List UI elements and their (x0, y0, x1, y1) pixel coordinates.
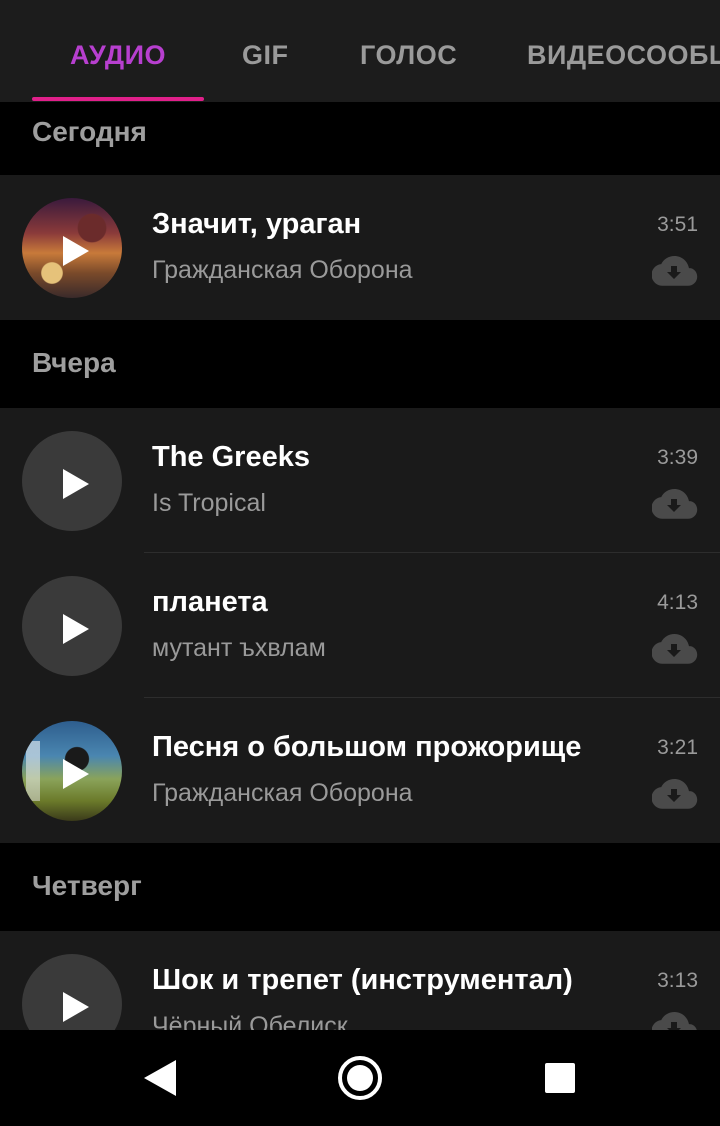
track-artist: Чёрный Обелиск (152, 1012, 348, 1030)
play-icon[interactable] (63, 236, 89, 266)
back-triangle-icon[interactable] (144, 1060, 176, 1096)
track-duration: 3:13 (657, 969, 698, 992)
album-cover[interactable] (22, 198, 122, 298)
play-icon[interactable] (63, 469, 89, 499)
tab-video-messages[interactable]: ВИДЕОСООБЩ (527, 40, 720, 71)
track-row[interactable]: Значит, ураган Гражданская Оборона 3:51 (0, 175, 720, 320)
track-duration: 3:21 (657, 736, 698, 759)
track-row[interactable]: планета мутант ъхвлам 4:13 (0, 553, 720, 698)
tab-audio[interactable]: АУДИО (70, 40, 166, 71)
cloud-download-icon[interactable] (652, 633, 698, 665)
system-nav-bar (0, 1030, 720, 1126)
track-artist: Гражданская Оборона (152, 779, 413, 807)
app-root: АУДИО GIF ГОЛОС ВИДЕОСООБЩ Сегодня Значи… (0, 0, 720, 1126)
track-artist: мутант ъхвлам (152, 634, 326, 662)
track-duration: 3:39 (657, 446, 698, 469)
album-cover[interactable] (22, 576, 122, 676)
cloud-download-icon[interactable] (652, 778, 698, 810)
play-icon[interactable] (63, 614, 89, 644)
album-cover[interactable] (22, 431, 122, 531)
tab-gif[interactable]: GIF (242, 40, 289, 71)
cloud-download-icon[interactable] (652, 488, 698, 520)
active-tab-indicator (32, 97, 204, 101)
recents-square-icon[interactable] (545, 1063, 575, 1093)
section-header-yesterday: Вчера (0, 320, 720, 408)
album-cover[interactable] (22, 721, 122, 821)
album-cover[interactable] (22, 954, 122, 1030)
album-art-text (26, 741, 40, 801)
play-icon[interactable] (63, 992, 89, 1022)
cloud-download-icon[interactable] (652, 255, 698, 287)
audio-list[interactable]: Сегодня Значит, ураган Гражданская Оборо… (0, 102, 720, 1030)
track-title: Шок и трепет (инструментал) (152, 964, 573, 996)
play-icon[interactable] (63, 759, 89, 789)
track-row[interactable]: Шок и трепет (инструментал) Чёрный Обели… (0, 931, 720, 1030)
track-title: Песня о большом прожорище (152, 731, 582, 763)
track-row[interactable]: Песня о большом прожорище Гражданская Об… (0, 698, 720, 843)
tab-voice[interactable]: ГОЛОС (360, 40, 457, 71)
track-duration: 3:51 (657, 213, 698, 236)
track-artist: Гражданская Оборона (152, 256, 413, 284)
tab-bar: АУДИО GIF ГОЛОС ВИДЕОСООБЩ (0, 0, 720, 102)
home-circle-icon[interactable] (338, 1056, 382, 1100)
track-title: The Greeks (152, 441, 310, 473)
track-title: Значит, ураган (152, 208, 362, 240)
track-artist: Is Tropical (152, 489, 266, 517)
section-header-today: Сегодня (0, 102, 720, 175)
section-header-thursday: Четверг (0, 843, 720, 931)
track-title: планета (152, 586, 268, 618)
track-duration: 4:13 (657, 591, 698, 614)
cloud-download-icon[interactable] (652, 1011, 698, 1030)
track-row[interactable]: The Greeks Is Tropical 3:39 (0, 408, 720, 553)
